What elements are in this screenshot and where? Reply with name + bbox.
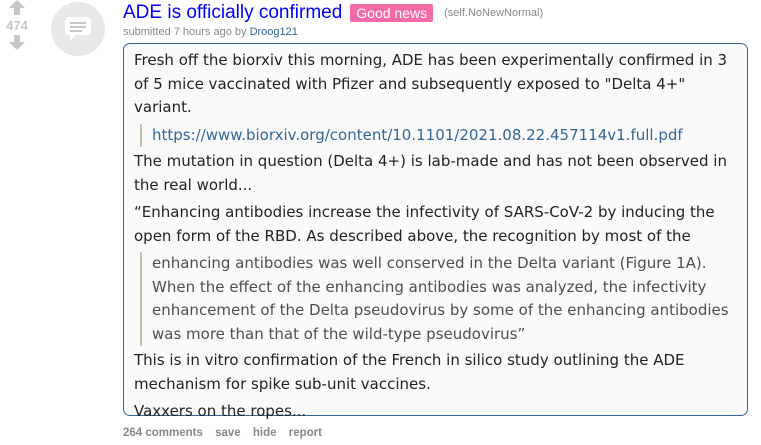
link-quote: https://www.biorxiv.org/content/10.1101/… (140, 123, 737, 147)
comments-link[interactable]: 264 comments (123, 427, 203, 439)
author-link[interactable]: Droog121 (250, 26, 298, 38)
selftext-body: Fresh off the biorxiv this morning, ADE … (123, 43, 748, 420)
biorxiv-link[interactable]: https://www.biorxiv.org/content/10.1101/… (152, 126, 683, 144)
score: 474 (6, 18, 28, 33)
body-paragraph-4: This is in vitro confirmation of the Fre… (134, 351, 685, 393)
body-paragraph-5: Vaxxers on the ropes... (134, 402, 307, 420)
save-link[interactable]: save (215, 427, 241, 439)
vote-column: 474 (0, 0, 34, 50)
post-buttons: 264 comments save hide report (123, 427, 331, 439)
post-title[interactable]: ADE is officially confirmed (123, 2, 342, 24)
hide-link[interactable]: hide (253, 427, 277, 439)
body-paragraph-3: “Enhancing antibodies increase the infec… (134, 203, 715, 245)
self-post-thumbnail[interactable] (51, 2, 105, 56)
title-line: ADE is officially confirmed Good news (s… (123, 2, 543, 24)
tagline: submitted 7 hours ago by Droog121 (123, 26, 298, 38)
flair-badge[interactable]: Good news (350, 4, 434, 22)
downvote-arrow-icon[interactable] (9, 35, 25, 50)
tagline-prefix: submitted 7 hours ago by (123, 26, 250, 38)
quoted-excerpt: enhancing antibodies was well conserved … (140, 252, 737, 346)
body-paragraph-1: Fresh off the biorxiv this morning, ADE … (134, 51, 728, 116)
post-domain[interactable]: (self.NoNewNormal) (444, 7, 543, 19)
report-link[interactable]: report (289, 427, 322, 439)
self-post-icon (65, 17, 91, 41)
upvote-arrow-icon[interactable] (9, 0, 25, 15)
body-paragraph-2: The mutation in question (Delta 4+) is l… (134, 152, 727, 194)
